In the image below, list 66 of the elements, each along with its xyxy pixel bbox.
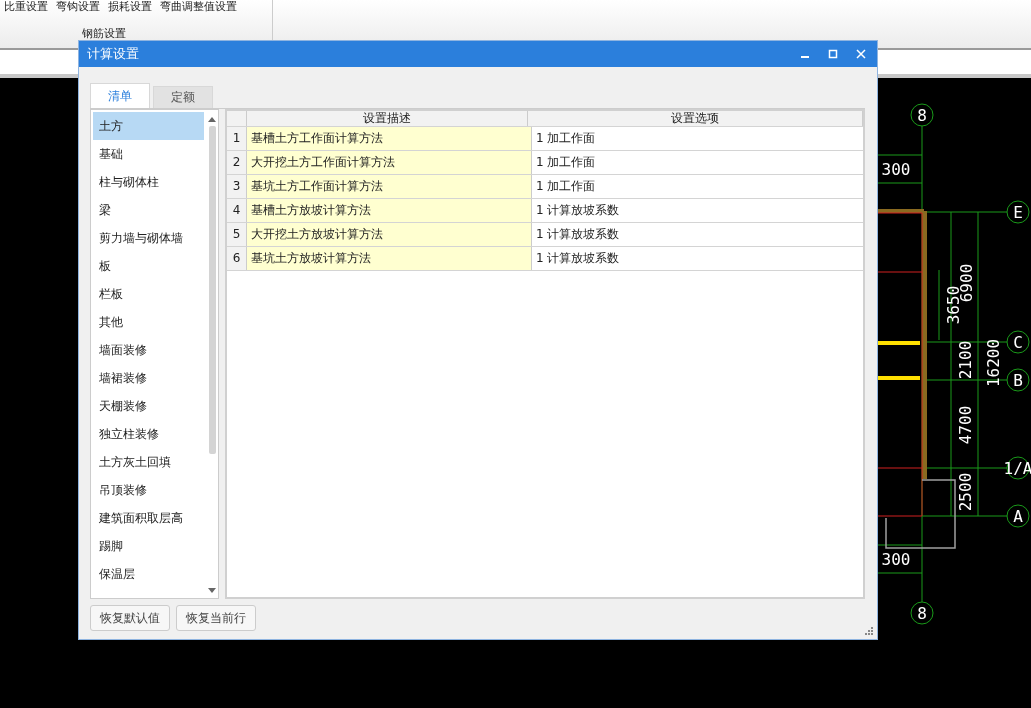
category-item[interactable]: 土方灰土回填 [93,448,204,476]
table-cell[interactable]: 1 加工作面 [532,151,863,174]
close-icon [856,49,866,59]
category-item[interactable]: 建筑面积取层高 [93,504,204,532]
row-number: 2 [227,151,247,174]
table-cell[interactable]: 1 计算放坡系数 [532,247,863,270]
row-number: 1 [227,127,247,150]
table-cell: 大开挖土方放坡计算方法 [247,223,532,246]
category-item[interactable]: 其他 [93,308,204,336]
dimension-label: 300 [881,160,911,179]
ribbon-command[interactable]: 弯钩设置 [56,0,100,13]
table-cell[interactable]: 1 计算放坡系数 [532,223,863,246]
dimension-label: 300 [881,550,911,569]
category-item[interactable]: 天棚装修 [93,392,204,420]
category-item[interactable]: 土方 [93,112,204,140]
scroll-down-icon[interactable] [208,588,216,594]
category-item[interactable]: 墙面装修 [93,336,204,364]
category-item[interactable]: 基础 [93,140,204,168]
table-cell[interactable]: 1 计算放坡系数 [532,199,863,222]
ribbon-command[interactable]: 弯曲调整值设置 [160,0,237,13]
axis-bubble: C [1006,330,1030,354]
resize-grip-icon[interactable] [865,627,873,635]
category-item[interactable]: 栏板 [93,280,204,308]
category-item[interactable]: 柱与砌体柱 [93,168,204,196]
scroll-up-icon[interactable] [208,116,216,122]
axis-bubble: A [1006,504,1030,528]
dimension-label: 4700 [956,405,975,445]
category-item[interactable]: 保温层 [93,560,204,588]
tab[interactable]: 清单 [90,83,150,108]
dialog-button[interactable]: 恢复当前行 [176,605,256,631]
table-cell: 基槽土方工作面计算方法 [247,127,532,150]
row-number: 3 [227,175,247,198]
dialog-button[interactable]: 恢复默认值 [90,605,170,631]
table-cell[interactable]: 1 加工作面 [532,175,863,198]
ribbon-command[interactable]: 损耗设置 [108,0,152,13]
dimension-label: 2100 [956,340,975,380]
window-title: 计算设置 [87,45,139,63]
dimension-label: 2500 [956,472,975,512]
column-header: 设置描述 [247,111,528,126]
axis-bubble: 8 [910,601,934,625]
category-item[interactable]: 独立柱装修 [93,420,204,448]
category-item[interactable]: 吊顶装修 [93,476,204,504]
category-item[interactable]: 墙裙装修 [93,364,204,392]
axis-bubble: 8 [910,103,934,127]
category-item[interactable]: 踢脚 [93,532,204,560]
tab[interactable]: 定额 [153,86,213,108]
category-item[interactable]: 梁 [93,196,204,224]
table-cell: 基坑土方工作面计算方法 [247,175,532,198]
ribbon-command[interactable]: 比重设置 [4,0,48,13]
row-number: 6 [227,247,247,270]
row-number: 5 [227,223,247,246]
scrollbar-thumb[interactable] [208,126,216,454]
table-cell[interactable]: 1 加工作面 [532,127,863,150]
axis-bubble: B [1006,368,1030,392]
axis-bubble: E [1006,200,1030,224]
row-number: 4 [227,199,247,222]
table-cell: 基槽土方放坡计算方法 [247,199,532,222]
ribbon-group-label: 钢筋设置 [82,26,126,41]
dimension-label: 16200 [984,338,1003,388]
table-cell: 大开挖土方工作面计算方法 [247,151,532,174]
category-item[interactable]: 剪力墙与砌体墙 [93,224,204,252]
column-header: 设置选项 [528,111,863,126]
minimize-icon [801,56,809,58]
table-cell: 基坑土方放坡计算方法 [247,247,532,270]
maximize-icon [828,49,838,59]
category-item[interactable]: 板 [93,252,204,280]
